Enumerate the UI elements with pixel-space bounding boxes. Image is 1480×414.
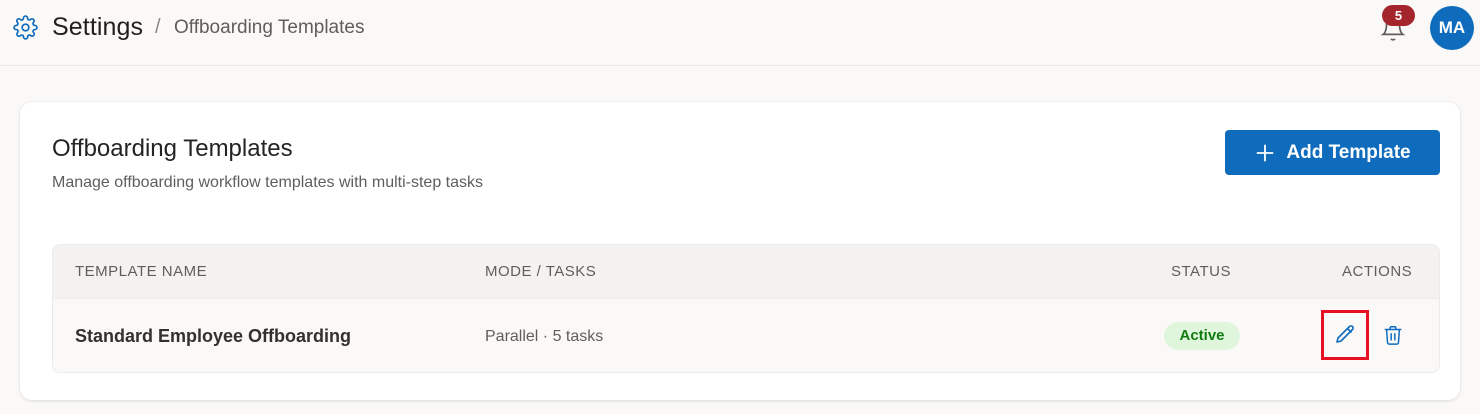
gear-icon[interactable] xyxy=(13,15,38,40)
plus-icon xyxy=(1257,144,1274,161)
add-template-button[interactable]: Add Template xyxy=(1225,130,1440,175)
notification-badge: 5 xyxy=(1382,5,1415,26)
column-header-mode-tasks: MODE / TASKS xyxy=(485,263,597,280)
template-name-cell: Standard Employee Offboarding xyxy=(75,326,352,346)
templates-card: Offboarding Templates Manage offboarding… xyxy=(20,102,1460,400)
status-badge: Active xyxy=(1164,322,1240,350)
breadcrumb-current-page: Offboarding Templates xyxy=(174,17,365,38)
top-bar: Settings / Offboarding Templates 5 MA xyxy=(0,0,1480,66)
templates-table: TEMPLATE NAME MODE / TASKS STATUS ACTION… xyxy=(52,244,1440,373)
table-header: TEMPLATE NAME MODE / TASKS STATUS ACTION… xyxy=(53,245,1439,299)
column-header-template-name: TEMPLATE NAME xyxy=(75,263,208,280)
trash-icon xyxy=(1384,326,1402,345)
delete-template-button[interactable] xyxy=(1380,321,1406,349)
column-header-status: STATUS xyxy=(1171,263,1231,280)
column-header-actions: ACTIONS xyxy=(1342,263,1413,280)
avatar[interactable]: MA xyxy=(1430,6,1474,50)
mode-tasks-cell: Parallel · 5 tasks xyxy=(485,328,604,345)
breadcrumb-settings[interactable]: Settings xyxy=(52,13,143,42)
card-subtitle: Manage offboarding workflow templates wi… xyxy=(52,174,484,191)
pencil-icon xyxy=(1336,325,1354,343)
breadcrumb-separator: / xyxy=(155,16,161,38)
table-row: Standard Employee Offboarding Parallel ·… xyxy=(53,299,1439,372)
card-title: Offboarding Templates xyxy=(52,135,293,162)
add-template-label: Add Template xyxy=(1286,141,1411,163)
edit-template-button[interactable] xyxy=(1321,310,1369,360)
